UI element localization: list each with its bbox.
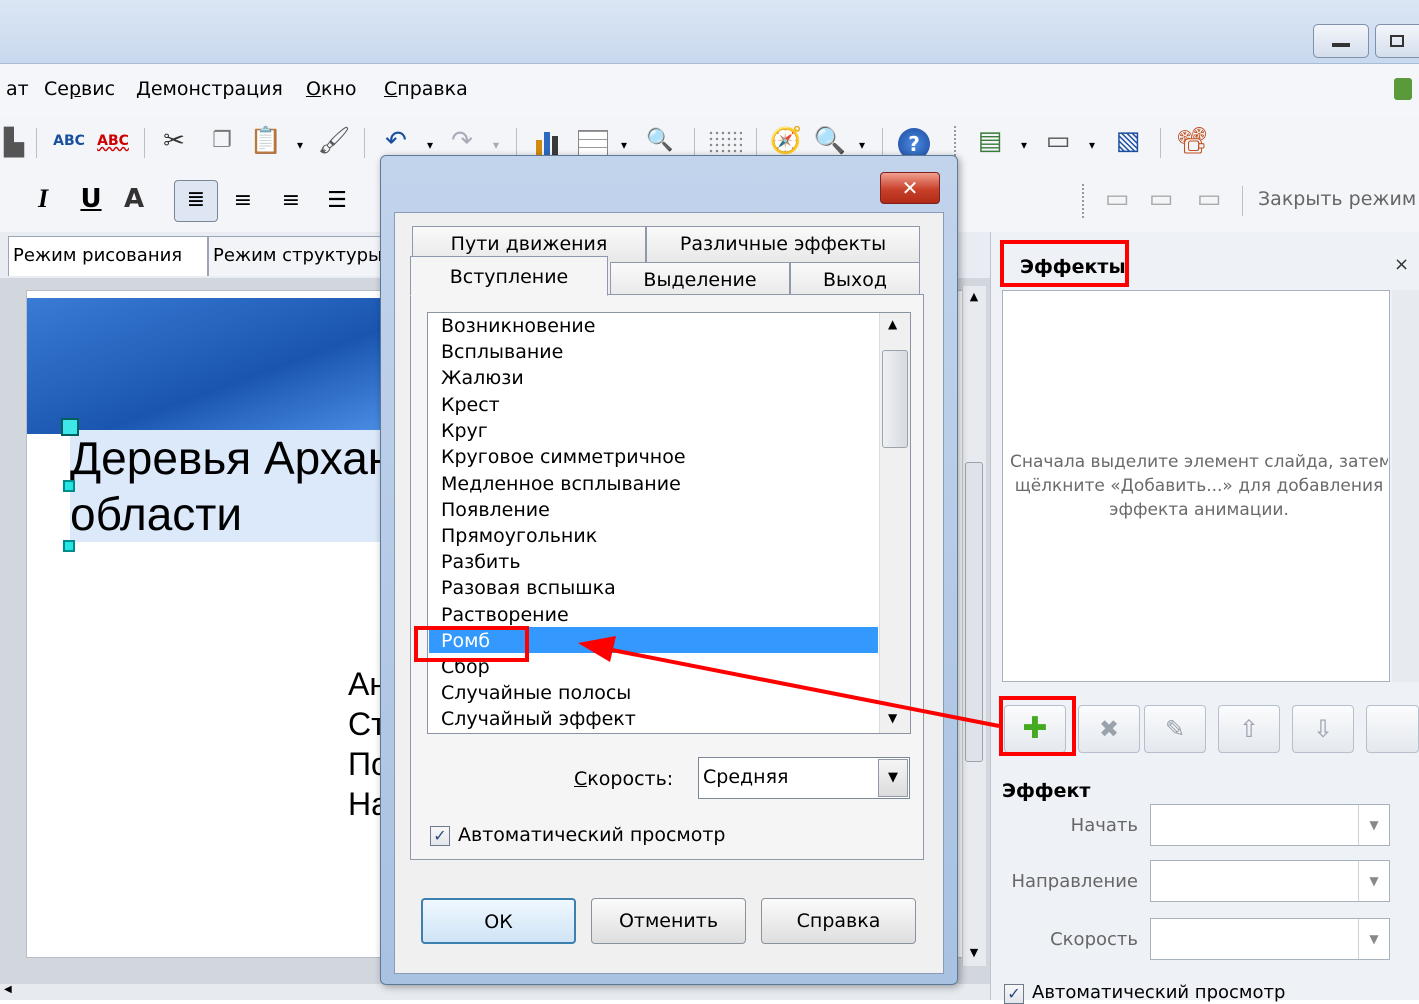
annotation-arrow-line bbox=[611, 648, 1000, 728]
annotation-arrow bbox=[578, 636, 1000, 728]
annotation-arrow-head bbox=[578, 636, 616, 662]
